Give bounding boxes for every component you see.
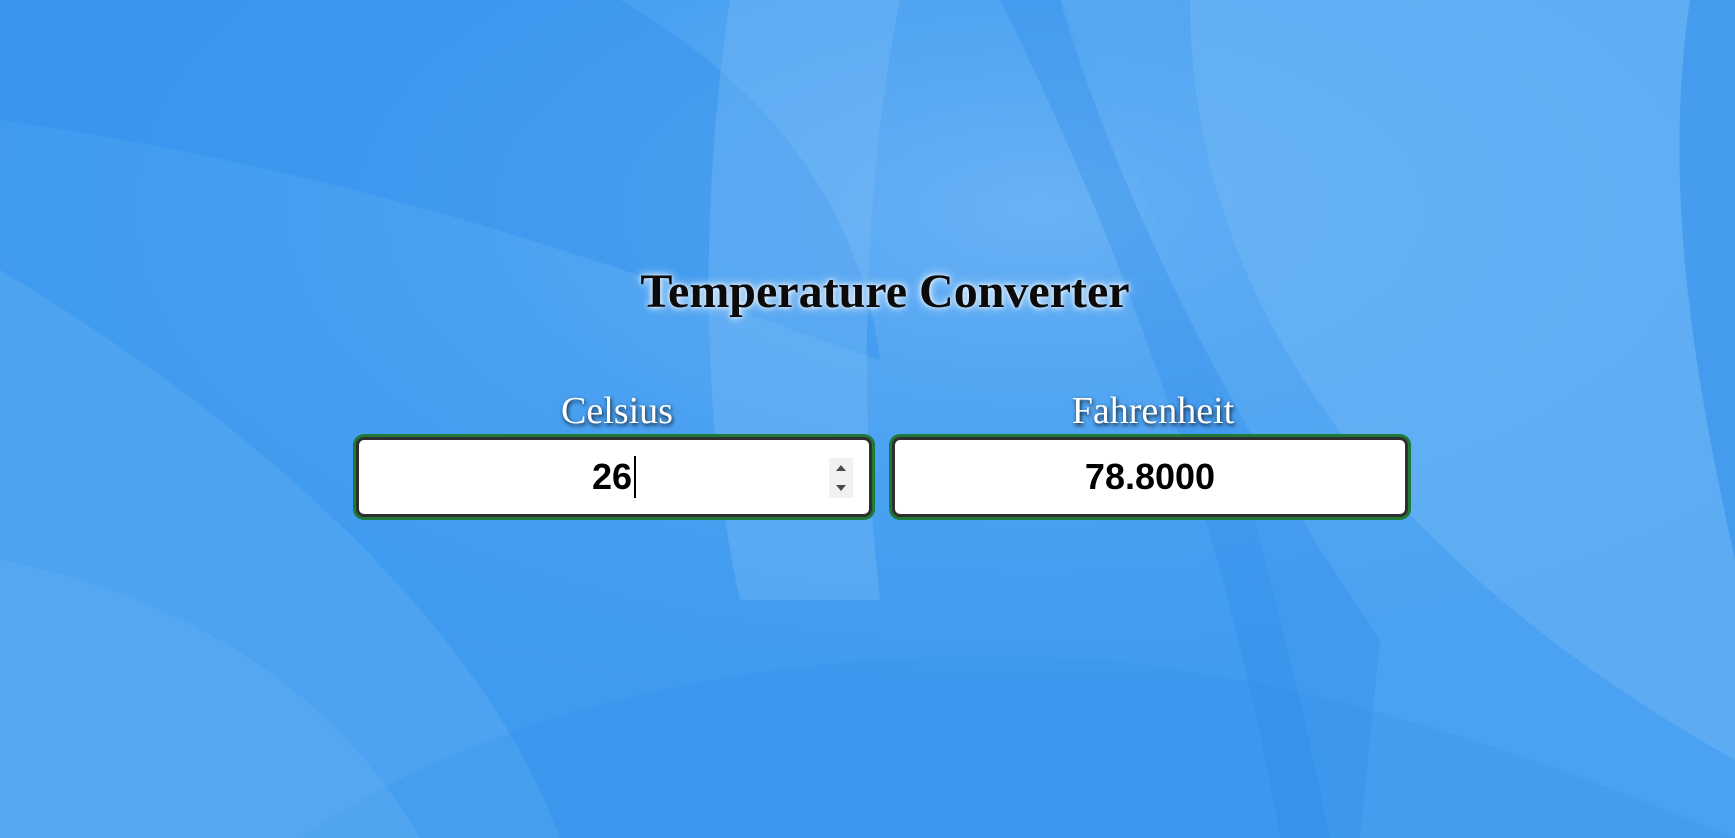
celsius-input[interactable]: 26 [356, 437, 872, 517]
fahrenheit-input-value-wrap: 78.8000 [895, 440, 1405, 514]
celsius-input-value-wrap: 26 [359, 440, 869, 514]
text-caret [634, 456, 637, 498]
fahrenheit-input-value: 78.8000 [1084, 456, 1216, 497]
arrow-down-icon [836, 485, 846, 491]
arrow-up-icon [836, 465, 846, 471]
increment-button[interactable] [829, 458, 853, 478]
fahrenheit-label: Fahrenheit [1071, 390, 1235, 432]
celsius-input-value: 26 [591, 456, 633, 497]
celsius-label: Celsius [561, 390, 673, 432]
celsius-field: Celsius 26 [356, 388, 878, 517]
fahrenheit-input[interactable]: 78.8000 [892, 437, 1408, 517]
celsius-stepper[interactable] [829, 458, 853, 498]
fahrenheit-field: Fahrenheit 78.8000 [892, 388, 1414, 517]
page-title: Temperature Converter [640, 265, 1130, 318]
decrement-button[interactable] [829, 478, 853, 498]
